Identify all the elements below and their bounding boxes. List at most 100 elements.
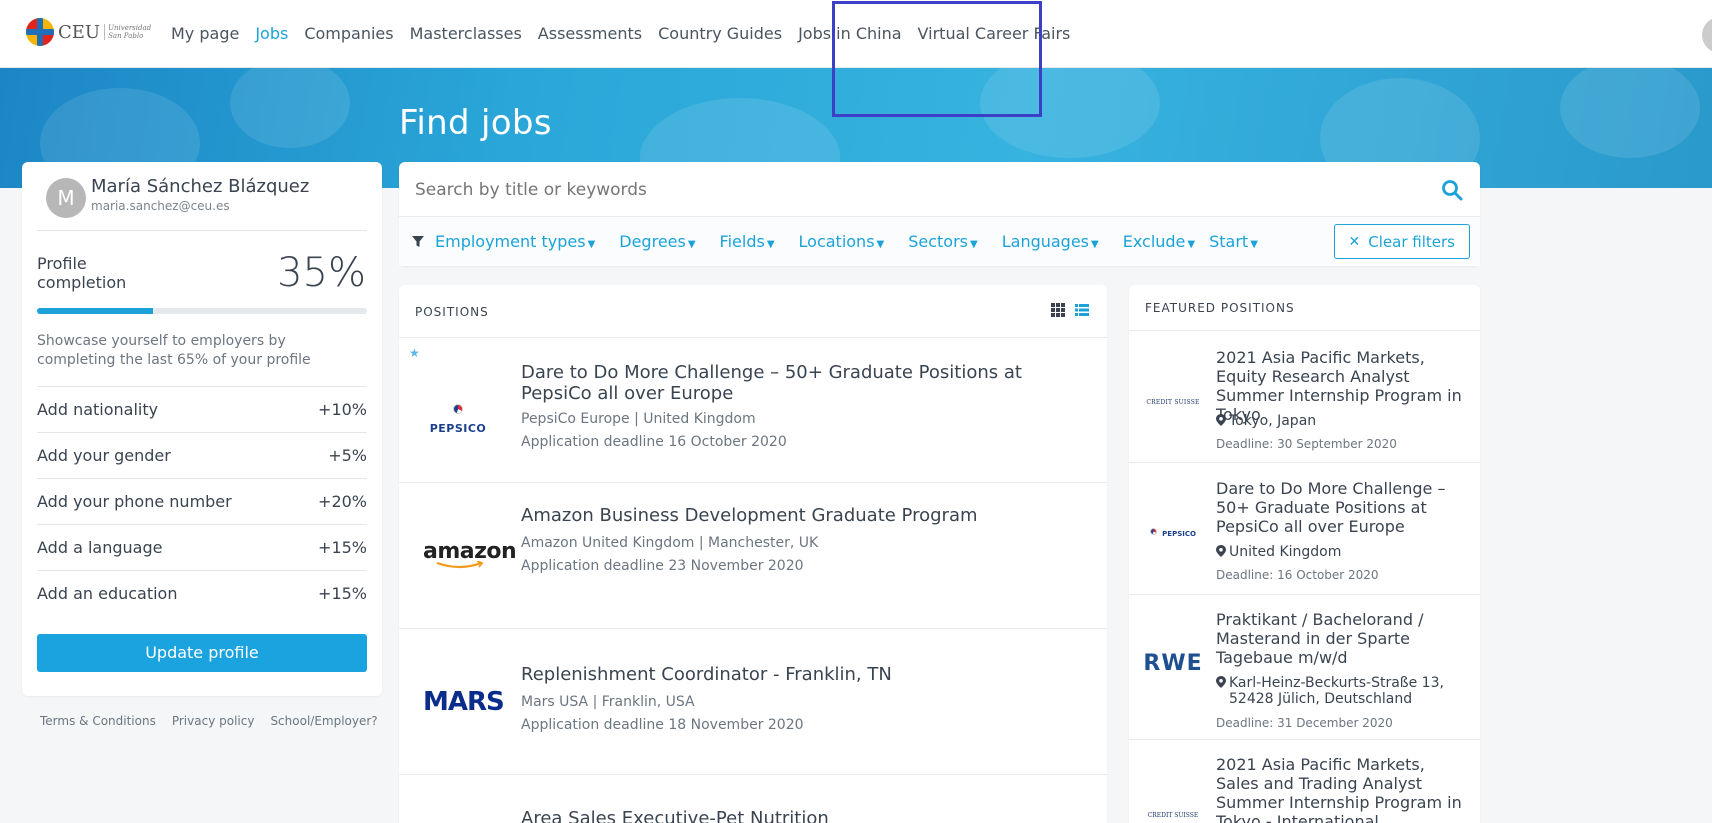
featured-item[interactable]: CREDIT SUISSE 2021 Asia Pacific Markets,…	[1129, 739, 1480, 823]
job-deadline: Application deadline 16 October 2020	[521, 434, 787, 450]
caret-down-icon: ▼	[970, 239, 978, 250]
job-deadline: Application deadline 23 November 2020	[521, 558, 804, 574]
clear-filters-button[interactable]: ✕ Clear filters	[1333, 224, 1470, 259]
task-add-education[interactable]: Add an education +15%	[37, 570, 367, 616]
filter-label: Exclude	[1122, 232, 1186, 251]
nav-virtual-career-fairs[interactable]: Virtual Career Fairs	[918, 24, 1071, 43]
terms-link[interactable]: Terms & Conditions	[40, 714, 156, 728]
task-add-gender[interactable]: Add your gender +5%	[37, 432, 367, 478]
map-pin-icon	[1216, 676, 1226, 688]
task-add-phone[interactable]: Add your phone number +20%	[37, 478, 367, 524]
nav-masterclasses[interactable]: Masterclasses	[410, 24, 522, 43]
job-title[interactable]: Dare to Do More Challenge – 50+ Graduate…	[521, 362, 1091, 404]
featured-item[interactable]: RWE Praktikant / Bachelorand / Masterand…	[1129, 594, 1480, 739]
brand-subtitle: Universidad San Pablo	[104, 24, 152, 40]
showcase-text: Showcase yourself to employers by comple…	[37, 333, 311, 368]
profile-avatar[interactable]: M	[46, 178, 86, 218]
amazon-smile-icon	[436, 561, 484, 569]
task-value: +20%	[318, 492, 367, 511]
job-row[interactable]: amazon Amazon Business Development Gradu…	[399, 482, 1107, 628]
positions-heading: POSITIONS	[415, 305, 489, 319]
filter-bar: Employment types ▼ Degrees ▼ Fields ▼ Locat…	[399, 216, 1480, 266]
featured-deadline: Deadline: 16 October 2020	[1216, 568, 1379, 582]
filter-employment-types[interactable]: Employment types ▼	[435, 232, 595, 251]
filter-label: Fields	[719, 232, 765, 251]
credit-suisse-logo: CREDIT SUISSE	[1143, 389, 1203, 408]
nav-country-guides[interactable]: Country Guides	[658, 24, 782, 43]
caret-down-icon: ▼	[876, 239, 885, 250]
divider	[37, 230, 367, 231]
nav-my-page[interactable]: My page	[171, 24, 239, 43]
ceu-emblem-icon	[26, 18, 54, 46]
ceu-logo[interactable]: CEU Universidad San Pablo	[26, 18, 152, 46]
completion-progress-fill	[37, 308, 153, 314]
job-deadline: Application deadline 18 November 2020	[521, 717, 804, 733]
filter-languages[interactable]: Languages ▼	[1002, 232, 1099, 251]
company-logo-text: PEPSICO	[1162, 530, 1196, 538]
job-title[interactable]: Area Sales Executive-Pet Nutrition	[521, 808, 1091, 823]
caret-down-icon: ▼	[687, 239, 696, 250]
clear-filters-label: Clear filters	[1368, 232, 1455, 251]
page-title: Find jobs	[399, 103, 552, 143]
nav-companies[interactable]: Companies	[304, 24, 393, 43]
list-view-icon[interactable]	[1075, 303, 1089, 317]
caret-down-icon: ▼	[766, 239, 775, 250]
job-row[interactable]: MARS Replenishment Coordinator - Frankli…	[399, 628, 1107, 774]
map-pin-icon	[1216, 414, 1226, 426]
credit-suisse-logo: CREDIT SUISSE	[1143, 802, 1203, 821]
filter-label: Locations	[798, 232, 875, 251]
nav-assessments[interactable]: Assessments	[538, 24, 642, 43]
location-text: Karl-Heinz-Beckurts-Straße 13, 52428 Jül…	[1229, 675, 1444, 707]
featured-title[interactable]: Praktikant / Bachelorand / Masterand in …	[1216, 610, 1468, 667]
featured-heading: FEATURED POSITIONS	[1145, 301, 1295, 315]
filter-icon	[412, 235, 424, 247]
map-pin-icon	[1216, 545, 1226, 557]
task-add-language[interactable]: Add a language +15%	[37, 524, 367, 570]
featured-item[interactable]: PEPSICO Dare to Do More Challenge – 50+ …	[1129, 462, 1480, 594]
task-label: Add your phone number	[37, 492, 232, 511]
grid-view-icon[interactable]	[1051, 303, 1065, 317]
location-text: United Kingdom	[1229, 544, 1342, 560]
task-value: +10%	[318, 400, 367, 419]
nav-jobs-in-china[interactable]: Jobs in China	[798, 24, 901, 43]
job-title[interactable]: Amazon Business Development Graduate Pro…	[521, 505, 1091, 526]
privacy-link[interactable]: Privacy policy	[172, 714, 255, 728]
task-add-nationality[interactable]: Add nationality +10%	[37, 386, 367, 432]
profile-name[interactable]: María Sánchez Blázquez	[91, 176, 309, 197]
job-row[interactable]: Area Sales Executive-Pet Nutrition	[399, 774, 1107, 823]
filter-start[interactable]: Start ▼	[1209, 232, 1258, 251]
profile-card: M María Sánchez Blázquez maria.sanchez@c…	[22, 162, 382, 696]
search-icon[interactable]	[1440, 178, 1464, 202]
company-logo-text: MARS	[423, 687, 505, 717]
featured-location: Karl-Heinz-Beckurts-Straße 13, 52428 Jül…	[1216, 675, 1471, 707]
filter-fields[interactable]: Fields ▼	[720, 232, 775, 251]
job-title[interactable]: Replenishment Coordinator - Franklin, TN	[521, 664, 1091, 685]
task-label: Add an education	[37, 584, 178, 603]
top-navbar: CEU Universidad San Pablo My page Jobs C…	[0, 0, 1712, 68]
user-avatar[interactable]	[1702, 17, 1712, 53]
school-employer-link[interactable]: School/Employer?	[270, 714, 377, 728]
profile-email: maria.sanchez@ceu.es	[91, 199, 230, 213]
job-row[interactable]: ★ PEPSICO Dare to Do More Challenge – 50…	[399, 337, 1107, 482]
footer-links: Terms & Conditions Privacy policy School…	[40, 714, 394, 728]
job-company: PepsiCo Europe | United Kingdom	[521, 411, 756, 427]
filter-exclude[interactable]: Exclude ▼	[1123, 232, 1195, 251]
main-nav: My page Jobs Companies Masterclasses Ass…	[171, 24, 1086, 43]
task-value: +15%	[318, 538, 367, 557]
brand-name: CEU	[58, 21, 101, 43]
close-icon: ✕	[1348, 233, 1361, 250]
update-profile-button[interactable]: Update profile	[37, 634, 367, 672]
nav-jobs[interactable]: Jobs	[255, 24, 288, 43]
positions-card: POSITIONS ★ PEPSICO Dare to Do More Chal…	[399, 285, 1107, 823]
filter-label: Employment types	[435, 232, 586, 251]
featured-title[interactable]: 2021 Asia Pacific Markets, Sales and Tra…	[1216, 755, 1468, 823]
star-icon: ★	[409, 346, 420, 360]
featured-title[interactable]: Dare to Do More Challenge – 50+ Graduate…	[1216, 479, 1468, 536]
featured-item[interactable]: CREDIT SUISSE 2021 Asia Pacific Markets,…	[1129, 330, 1480, 462]
search-input[interactable]	[415, 180, 1395, 200]
job-company: Amazon United Kingdom | Manchester, UK	[521, 535, 819, 551]
featured-location: Tokyo, Japan	[1216, 413, 1471, 429]
filter-locations[interactable]: Locations ▼	[799, 232, 885, 251]
filter-sectors[interactable]: Sectors ▼	[908, 232, 977, 251]
filter-degrees[interactable]: Degrees ▼	[619, 232, 695, 251]
